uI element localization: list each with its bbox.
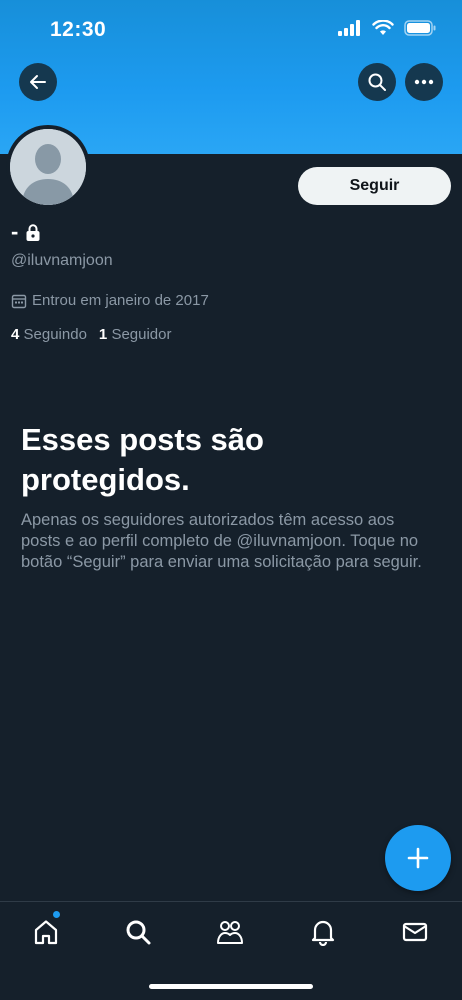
home-indicator — [149, 984, 313, 989]
tab-search[interactable] — [122, 916, 154, 948]
communities-icon — [217, 921, 243, 944]
plus-icon — [407, 847, 429, 869]
status-time: 12:30 — [50, 18, 107, 41]
status-icons — [338, 20, 436, 36]
tab-notifications[interactable] — [307, 916, 339, 948]
more-button[interactable] — [405, 63, 443, 101]
following-label: Seguindo — [23, 326, 87, 343]
status-bar: 12:30 — [0, 0, 462, 60]
following-link[interactable]: 4 Seguindo — [11, 326, 87, 343]
protected-description: Apenas os seguidores autorizados têm ace… — [21, 511, 422, 571]
joined-date: Entrou em janeiro de 2017 — [11, 292, 209, 309]
search-icon — [126, 920, 151, 945]
home-icon — [34, 920, 58, 945]
bell-icon — [311, 920, 335, 946]
back-button[interactable] — [19, 63, 57, 101]
wifi-icon — [372, 20, 394, 35]
followers-label: Seguidor — [111, 326, 172, 343]
home-unread-dot — [53, 911, 60, 918]
default-avatar-icon — [10, 129, 86, 205]
followers-count: 1 — [98, 326, 108, 343]
calendar-icon — [11, 294, 27, 308]
follow-counts: 4 Seguindo 1 Seguidor — [11, 326, 171, 343]
protected-title: Esses posts são protegidos. — [21, 422, 264, 497]
tab-messages[interactable] — [399, 916, 431, 948]
avatar[interactable] — [6, 125, 90, 209]
signal-icon — [338, 20, 360, 36]
search-icon — [368, 73, 386, 91]
search-button[interactable] — [358, 63, 396, 101]
followers-link[interactable]: 1 Seguidor — [99, 326, 172, 343]
display-name-row: - — [11, 219, 40, 245]
envelope-icon — [402, 922, 428, 942]
more-icon — [414, 79, 434, 85]
compose-button[interactable] — [385, 825, 451, 891]
display-name: - — [11, 219, 19, 244]
follow-button[interactable]: Seguir — [298, 167, 451, 205]
lock-icon — [26, 223, 40, 241]
joined-text: Entrou em janeiro de 2017 — [32, 292, 209, 309]
tab-home[interactable] — [30, 916, 62, 948]
following-count: 4 — [11, 326, 20, 343]
tab-communities[interactable] — [214, 916, 246, 948]
arrow-left-icon — [30, 75, 46, 89]
user-handle: @iluvnamjoon — [11, 252, 113, 269]
battery-icon — [404, 20, 436, 36]
